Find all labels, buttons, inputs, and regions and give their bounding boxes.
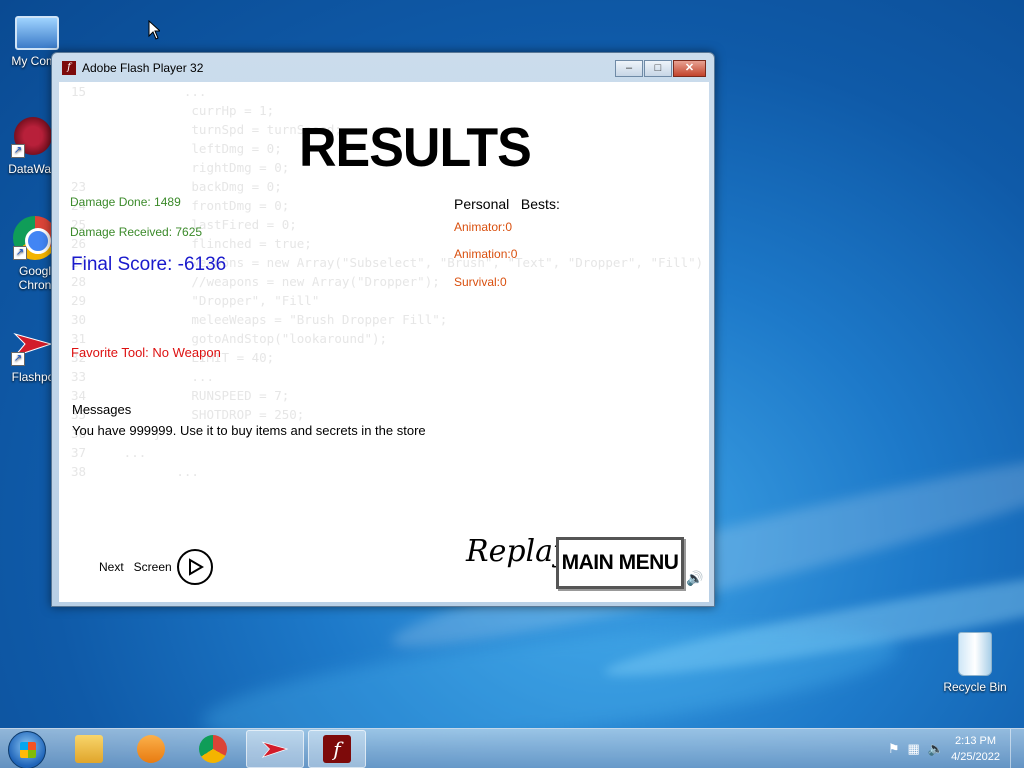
code-line: 34 RUNSPEED = 7; bbox=[71, 388, 290, 403]
shortcut-arrow-icon: ↗ bbox=[13, 246, 27, 260]
taskbar-flash-player[interactable]: f bbox=[308, 730, 366, 768]
code-line: 33 ... bbox=[71, 369, 214, 384]
flash-player-icon: f bbox=[323, 735, 351, 763]
code-line: 37 ... bbox=[71, 445, 147, 460]
personal-best-survival: Survival:0 bbox=[454, 275, 507, 289]
taskbar-flashpoint[interactable] bbox=[246, 730, 304, 768]
window-title: Adobe Flash Player 32 bbox=[82, 61, 204, 75]
results-title: RESULTS bbox=[299, 117, 532, 179]
clock-time: 2:13 PM bbox=[955, 735, 997, 747]
damage-received: Damage Received: 7625 bbox=[70, 225, 203, 239]
clock-date: 4/25/2022 bbox=[951, 751, 1000, 763]
damage-done: Damage Done: 1489 bbox=[70, 195, 181, 209]
shortcut-arrow-icon: ↗ bbox=[11, 144, 25, 158]
final-score: Final Score: -6136 bbox=[71, 254, 227, 275]
shortcut-arrow-icon: ↗ bbox=[11, 352, 25, 366]
flash-player-icon: f bbox=[62, 61, 76, 75]
main-menu-button[interactable]: MAIN MENU bbox=[556, 537, 684, 589]
chrome-icon bbox=[199, 735, 227, 763]
show-desktop-button[interactable] bbox=[1010, 729, 1024, 768]
close-button[interactable]: ✕ bbox=[673, 60, 706, 77]
code-line: 29 "Dropper", "Fill" bbox=[71, 293, 320, 308]
system-tray: ⚑ ▦ 🔈 bbox=[888, 741, 944, 757]
computer-icon bbox=[15, 16, 59, 50]
media-player-icon bbox=[137, 735, 165, 763]
messages-heading: Messages bbox=[72, 402, 132, 417]
window-titlebar[interactable]: f Adobe Flash Player 32 – □ ✕ bbox=[52, 53, 714, 83]
taskbar-file-explorer[interactable] bbox=[60, 730, 118, 768]
datawag-icon: ↗ bbox=[11, 114, 55, 158]
flashpoint-icon: ↗ bbox=[11, 322, 55, 366]
favorite-tool: Favorite Tool: No Weapon bbox=[71, 345, 221, 360]
volume-icon[interactable]: 🔈 bbox=[928, 741, 944, 757]
windows-logo-icon bbox=[20, 742, 36, 758]
minimize-button[interactable]: – bbox=[615, 60, 643, 77]
mouse-cursor-icon bbox=[148, 20, 160, 40]
personal-best-animation: Animation:0 bbox=[454, 247, 518, 261]
clock[interactable]: 2:13 PM 4/25/2022 bbox=[951, 733, 1000, 765]
code-line: 23 backDmg = 0; bbox=[71, 179, 282, 194]
code-line: 30 meleeWeaps = "Brush Dropper Fill"; bbox=[71, 312, 448, 327]
personal-bests-heading: Personal Bests: bbox=[454, 196, 560, 212]
personal-best-animator: Animator:0 bbox=[454, 220, 513, 234]
game-stage[interactable]: 15 ... currHp = 1; turnSpd = turnSpeed; … bbox=[59, 82, 709, 602]
next-screen-label[interactable]: Next Screen bbox=[99, 560, 172, 574]
taskbar-chrome[interactable] bbox=[184, 730, 242, 768]
speaker-icon[interactable]: 🔊 bbox=[686, 570, 703, 587]
action-center-flag-icon[interactable]: ⚑ bbox=[888, 741, 900, 757]
code-line: 15 ... bbox=[71, 84, 207, 99]
flashpoint-icon bbox=[261, 741, 289, 758]
maximize-button[interactable]: □ bbox=[644, 60, 672, 77]
file-explorer-icon bbox=[75, 735, 103, 763]
code-line: 35 SHOTDROP = 250; bbox=[71, 407, 305, 422]
network-icon[interactable]: ▦ bbox=[908, 741, 920, 757]
desktop-icon-label: Recycle Bin bbox=[943, 680, 1007, 694]
start-button[interactable] bbox=[8, 731, 46, 768]
taskbar: f ⚑ ▦ 🔈 2:13 PM 4/25/2022 bbox=[0, 728, 1024, 768]
recycle-bin-icon bbox=[958, 632, 992, 676]
taskbar-media-player[interactable] bbox=[122, 730, 180, 768]
next-screen-button[interactable] bbox=[177, 549, 213, 585]
desktop-icon-recycle-bin[interactable]: Recycle Bin bbox=[940, 632, 1010, 694]
message-text: You have 999999. Use it to buy items and… bbox=[72, 423, 426, 438]
flash-player-window[interactable]: f Adobe Flash Player 32 – □ ✕ 15 ... cur… bbox=[51, 52, 715, 607]
play-arrow-icon bbox=[189, 558, 204, 576]
code-line: 38 ... bbox=[71, 464, 199, 479]
